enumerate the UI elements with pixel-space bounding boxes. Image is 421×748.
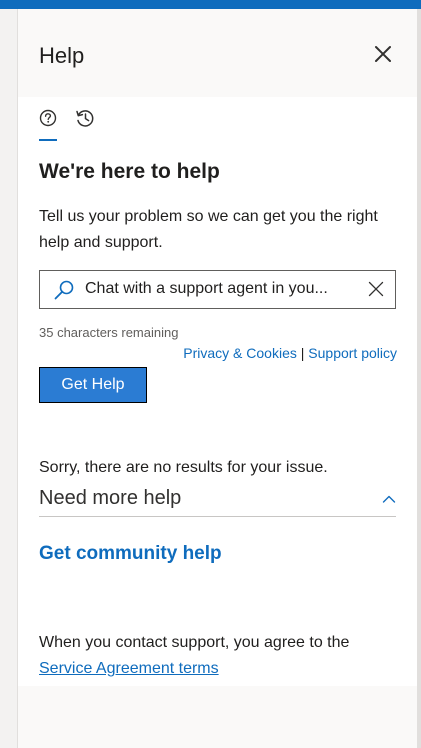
policy-links: Privacy & Cookies | Support policy (183, 345, 397, 361)
panel-header: Help (18, 9, 417, 97)
active-tab-indicator (39, 139, 57, 141)
support-policy-link[interactable]: Support policy (308, 345, 397, 361)
scrollbar-track[interactable] (417, 9, 421, 748)
history-icon[interactable] (75, 108, 95, 130)
characters-remaining: 35 characters remaining (39, 325, 179, 340)
agreement-text: When you contact support, you agree to t… (39, 634, 350, 651)
privacy-cookies-link[interactable]: Privacy & Cookies (183, 345, 297, 361)
clear-icon[interactable] (368, 281, 384, 297)
no-results-message: Sorry, there are no results for your iss… (39, 459, 328, 476)
service-agreement-link[interactable]: Service Agreement terms (39, 660, 219, 677)
search-input[interactable]: Chat with a support agent in you... (85, 280, 360, 298)
need-more-help-toggle[interactable]: Need more help (39, 485, 396, 517)
help-circle-icon[interactable] (38, 108, 58, 130)
get-help-button[interactable]: Get Help (39, 367, 147, 403)
link-separator: | (300, 345, 305, 361)
help-heading: We're here to help (39, 160, 220, 183)
problem-search-field[interactable]: Chat with a support agent in you... (39, 270, 396, 309)
community-help-link[interactable]: Get community help (39, 543, 222, 565)
help-description: Tell us your problem so we can get you t… (39, 208, 378, 251)
top-accent-bar (0, 0, 421, 9)
panel-content: We're here to help Tell us your problem … (18, 97, 417, 686)
close-icon[interactable] (371, 42, 395, 66)
service-agreement-notice: When you contact support, you agree to t… (39, 630, 399, 682)
search-icon (54, 280, 74, 300)
chevron-up-icon (382, 495, 396, 503)
left-gutter (0, 9, 18, 748)
panel-title: Help (39, 43, 85, 68)
need-more-help-label: Need more help (39, 487, 182, 509)
help-panel: Help We're here to help Tell us your pro… (18, 9, 417, 748)
